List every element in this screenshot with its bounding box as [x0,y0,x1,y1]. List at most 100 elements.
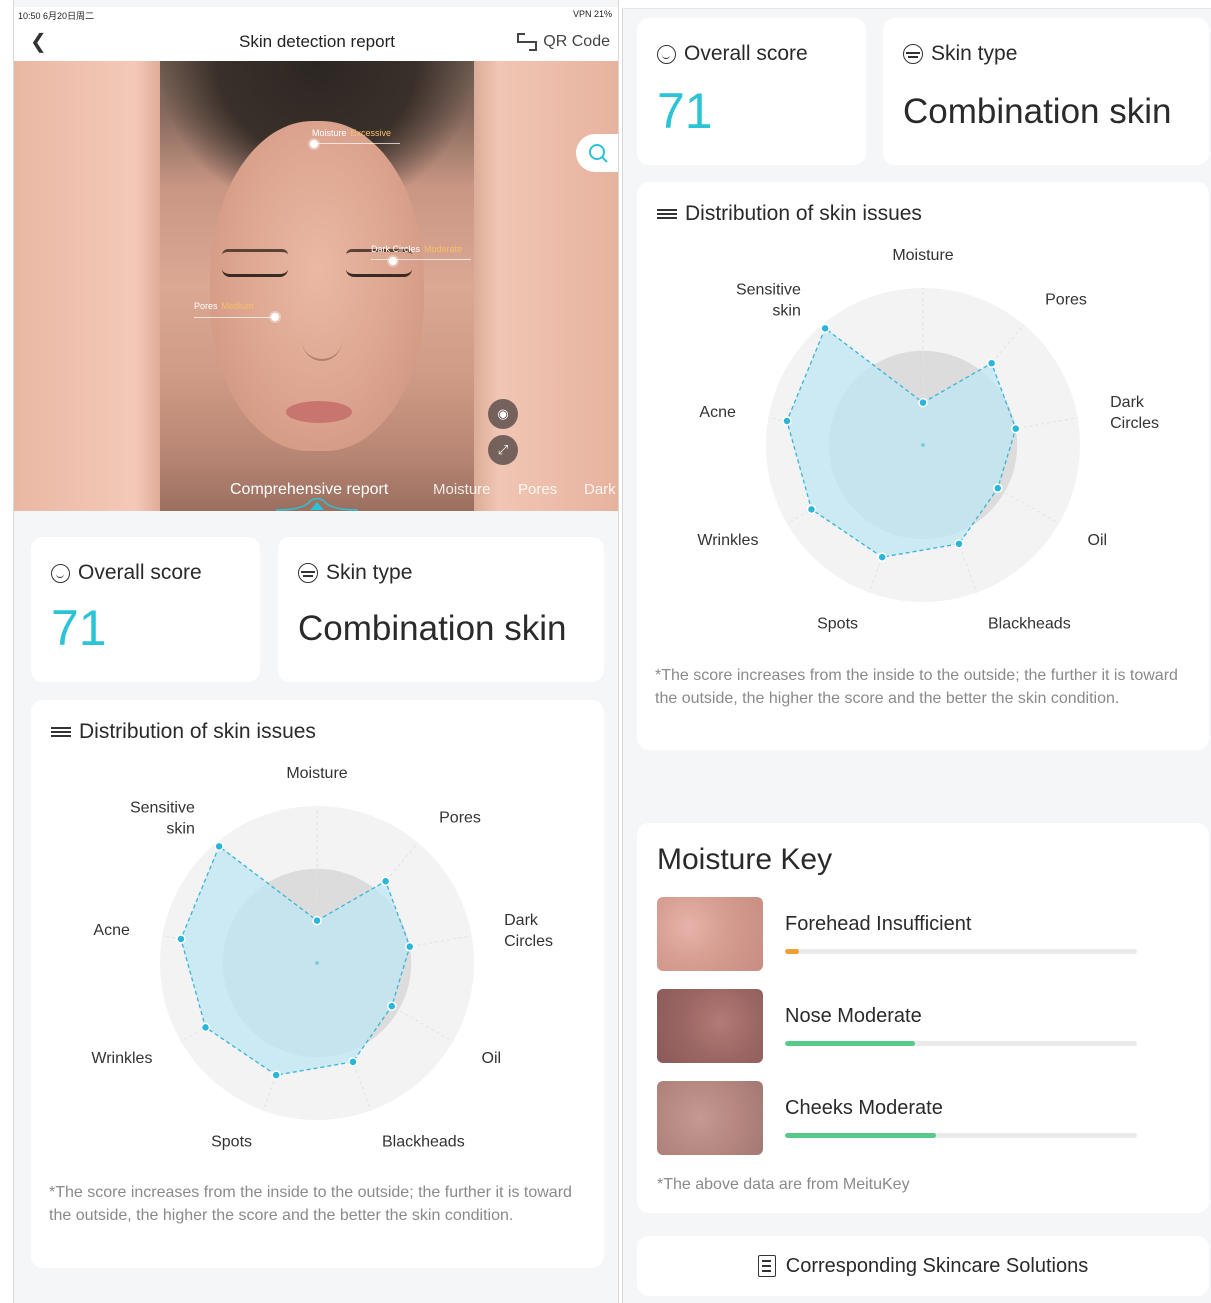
radar-point [176,934,186,944]
radar-point [312,915,322,926]
radar-axis-label-line: Pores [439,809,481,826]
cheeks-skin-image [657,1081,763,1155]
radar-axis-label-line: Wrinkles [91,1050,152,1067]
radar-point [387,1001,397,1011]
radar-axis-label-line: Circles [1110,415,1159,432]
cheeks-label: Cheeks Moderate [785,1097,943,1119]
face-photo: Moisture Excessive Dark Circles Moderate P… [160,61,474,511]
radar-center [315,961,319,965]
radar-point [954,539,964,549]
skincare-solutions-button[interactable]: Corresponding Skincare Solutions [637,1236,1209,1296]
report-screen-left: 10:50 6月20日周二 VPN 21% ❮ Skin detection r… [13,0,619,1303]
qr-code-button[interactable]: QR Code [517,30,610,54]
radar-axis-label-line: Sensitive [736,281,801,298]
skincare-solutions-label: Corresponding Skincare Solutions [785,1254,1089,1277]
overall-score-card: Overall score 71 [637,18,866,165]
radar-axis-label-line: Dark [1110,394,1145,411]
status-indicators: VPN 21% [572,9,612,19]
radar-axis-label: Acne [699,404,736,421]
radar-point [348,1057,358,1067]
skin-type-icon [903,44,923,64]
radar-axis-label: Blackheads [382,1134,465,1151]
distribution-footnote: *The score increases from the inside to … [655,667,1178,707]
scan-icon [517,33,538,51]
radar-axis-label: Oil [1088,532,1108,549]
radar-axis-label-line: Moisture [892,247,953,264]
wave-icon [657,207,677,221]
radar-point [993,483,1003,493]
radar-axis-label: Acne [93,922,130,939]
moisture-key-row[interactable]: Forehead Insufficient [657,897,1147,973]
document-icon [757,1255,776,1277]
skin-type-value: Combination skin [903,92,1172,131]
distribution-footnote: *The score increases from the inside to … [49,1184,572,1224]
radar-point [806,504,817,515]
highlight-moisture[interactable]: Moisture Excessive [312,128,391,138]
tab-moisture[interactable]: Moisture [433,481,491,498]
radar-chart: Moisture Pores Dark Circles Oil Blackheads Spo… [697,247,1159,633]
tab-dark-circles[interactable]: Dark [584,481,616,498]
search-icon [589,144,608,163]
distribution-title: Distribution of skin issues [79,720,316,743]
radar-point [877,552,887,562]
highlight-pores[interactable]: Pores Medium [194,301,254,311]
radar-axis-label-line: Sensitive [130,799,195,816]
forehead-level-bar [785,949,1137,954]
forehead-skin-image [657,897,763,971]
distribution-title: Distribution of skin issues [685,202,922,225]
radar-axis-label-line: Oil [1088,532,1108,549]
distribution-card: Distribution of skin issues Moisture Pore… [637,182,1209,750]
radar-point [820,323,830,334]
nav-bar: ❮ Skin detection report QR Code [14,23,618,61]
wave-icon [51,725,71,739]
nose-level-bar [785,1041,1137,1046]
overall-score-value: 71 [51,600,107,656]
radar-axis-label: Spots [211,1134,252,1151]
moisture-key-title: Moisture Key [657,843,833,876]
eye-icon: ◉ [497,406,509,421]
overall-score-title: Overall score [78,561,202,584]
radar-axis-label: Sensitive skin [130,799,195,837]
smile-icon [657,44,676,64]
moisture-key-row[interactable]: Nose Moderate [657,989,1147,1065]
status-time: 10:50 [18,11,41,21]
radar-axis-label-line: Moisture [286,765,347,782]
radar-axis-label: Dark Circles [1110,394,1159,432]
radar-axis-label-line: Wrinkles [697,532,758,549]
radar-point [380,876,391,886]
face-photo-area: Moisture Excessive Dark Circles Moderate P… [14,61,618,511]
overall-score-title: Overall score [684,42,808,65]
radar-axis-label: Sensitive skin [736,281,801,319]
radar-axis-label-line: Blackheads [988,616,1071,633]
active-tab-indicator [275,498,359,511]
skin-type-card: Skin type Combination skin [883,18,1209,165]
moisture-key-row[interactable]: Cheeks Moderate [657,1081,1147,1157]
smile-icon [51,563,70,583]
highlight-dark-circles[interactable]: Dark Circles Moderate [371,244,462,254]
highlight-dot[interactable] [310,140,318,148]
tab-comprehensive-report[interactable]: Comprehensive report [230,481,388,499]
radar-axis-label: Blackheads [988,616,1071,633]
skin-type-icon [298,563,318,583]
radar-axis-label-line: Blackheads [382,1134,465,1151]
moisture-key-card: Moisture Key Forehead Insufficient Nose … [637,823,1209,1213]
status-bar: 10:50 6月20日周二 VPN 21% [14,7,618,23]
highlight-dot[interactable] [389,257,397,265]
distribution-card: Distribution of skin issues Moisture Pore… [31,700,604,1268]
overall-score-value: 71 [657,83,713,139]
status-date: 6月20日周二 [43,11,95,21]
radar-point [918,397,928,408]
radar-axis-label-line: Circles [504,933,553,950]
highlight-dot[interactable] [271,313,279,321]
magnify-button[interactable] [576,134,618,172]
radar-axis-label-line: Acne [699,404,736,421]
overall-score-card: Overall score 71 [31,537,260,682]
fullscreen-button[interactable]: ⤢ [488,435,518,465]
radar-axis-label-line: Oil [482,1050,502,1067]
radar-chart: Moisture Pores Dark Circles Oil Blackheads Spo… [91,765,553,1151]
toggle-view-button[interactable]: ◉ [488,399,518,429]
radar-axis-label: Moisture [892,247,953,264]
tab-pores[interactable]: Pores [518,481,557,498]
radar-point [782,416,792,426]
moisture-key-footnote: *The above data are from MeituKey [657,1176,910,1193]
